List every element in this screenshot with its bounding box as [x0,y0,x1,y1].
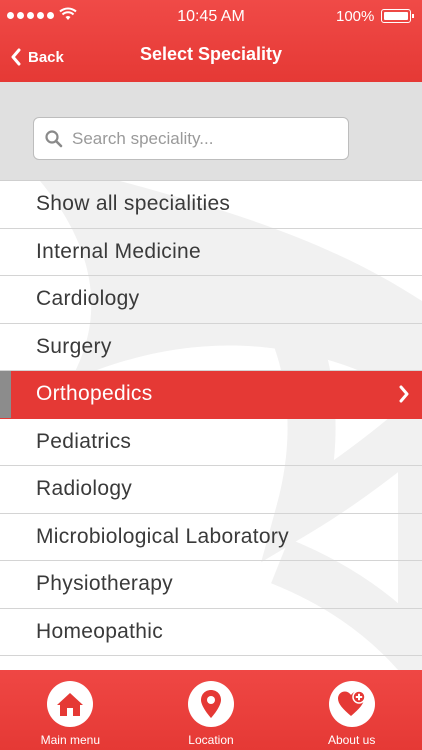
list-item[interactable]: Pediatrics [0,419,422,466]
list-item[interactable]: Microbiological Laboratory [0,514,422,561]
main-menu-button[interactable] [47,681,94,727]
list-item-label: Cardiology [36,287,140,311]
list-item-label: Radiology [36,477,133,501]
list-item[interactable]: Surgery [0,324,422,371]
location-button[interactable] [187,681,234,727]
list-item[interactable]: Physiotherapy [0,561,422,609]
selection-marker [0,371,11,418]
list-item-label: Pediatrics [36,429,132,453]
bottom-tab-bar: Main menu Location About us [0,670,422,750]
home-icon [57,693,84,716]
list-item-label: Microbiological Laboratory [36,524,289,548]
tab-about-us-label: About us [327,733,376,747]
header: 10:45 AM 100% Back Select Speciality [0,0,422,82]
about-us-button[interactable] [328,681,375,727]
speciality-list: Show all specialities Internal Medicine Ca… [0,181,422,670]
search-area [0,82,422,181]
list-item[interactable]: Homeopathic [0,609,422,656]
list-item[interactable]: Orthopedics [0,371,422,419]
search-input[interactable] [72,128,322,149]
list-item[interactable]: Show all specialities [0,181,422,229]
list-item-label: Internal Medicine [36,239,202,263]
list-item-label: Orthopedics [36,382,153,406]
tab-location[interactable]: Location [141,670,282,750]
tab-about-us[interactable]: About us [281,670,422,750]
location-pin-icon [200,690,221,718]
chevron-right-icon [399,385,409,403]
list-item[interactable]: Internal Medicine [0,229,422,276]
list-item-label: Show all specialities [36,192,231,216]
tab-location-label: Location [188,733,234,747]
page-title: Select Speciality [139,44,283,64]
tab-main-menu[interactable]: Main menu [0,670,141,750]
list-item-label: Surgery [36,334,112,358]
speciality-rows: Show all specialities Internal Medicine Ca… [0,181,422,656]
battery-percentage: 100% [336,8,375,25]
heart-plus-icon [337,690,366,716]
navigation-bar: Back Select Speciality [0,32,422,82]
search-icon [45,129,63,147]
search-box[interactable] [33,117,349,160]
list-item-label: Homeopathic [36,619,164,643]
battery-icon [381,9,414,23]
list-item[interactable]: Cardiology [0,276,422,324]
list-item[interactable]: Radiology [0,466,422,514]
tab-main-menu-label: Main menu [40,733,101,747]
list-item-label: Physiotherapy [36,572,173,596]
status-bar: 10:45 AM 100% [0,0,422,32]
